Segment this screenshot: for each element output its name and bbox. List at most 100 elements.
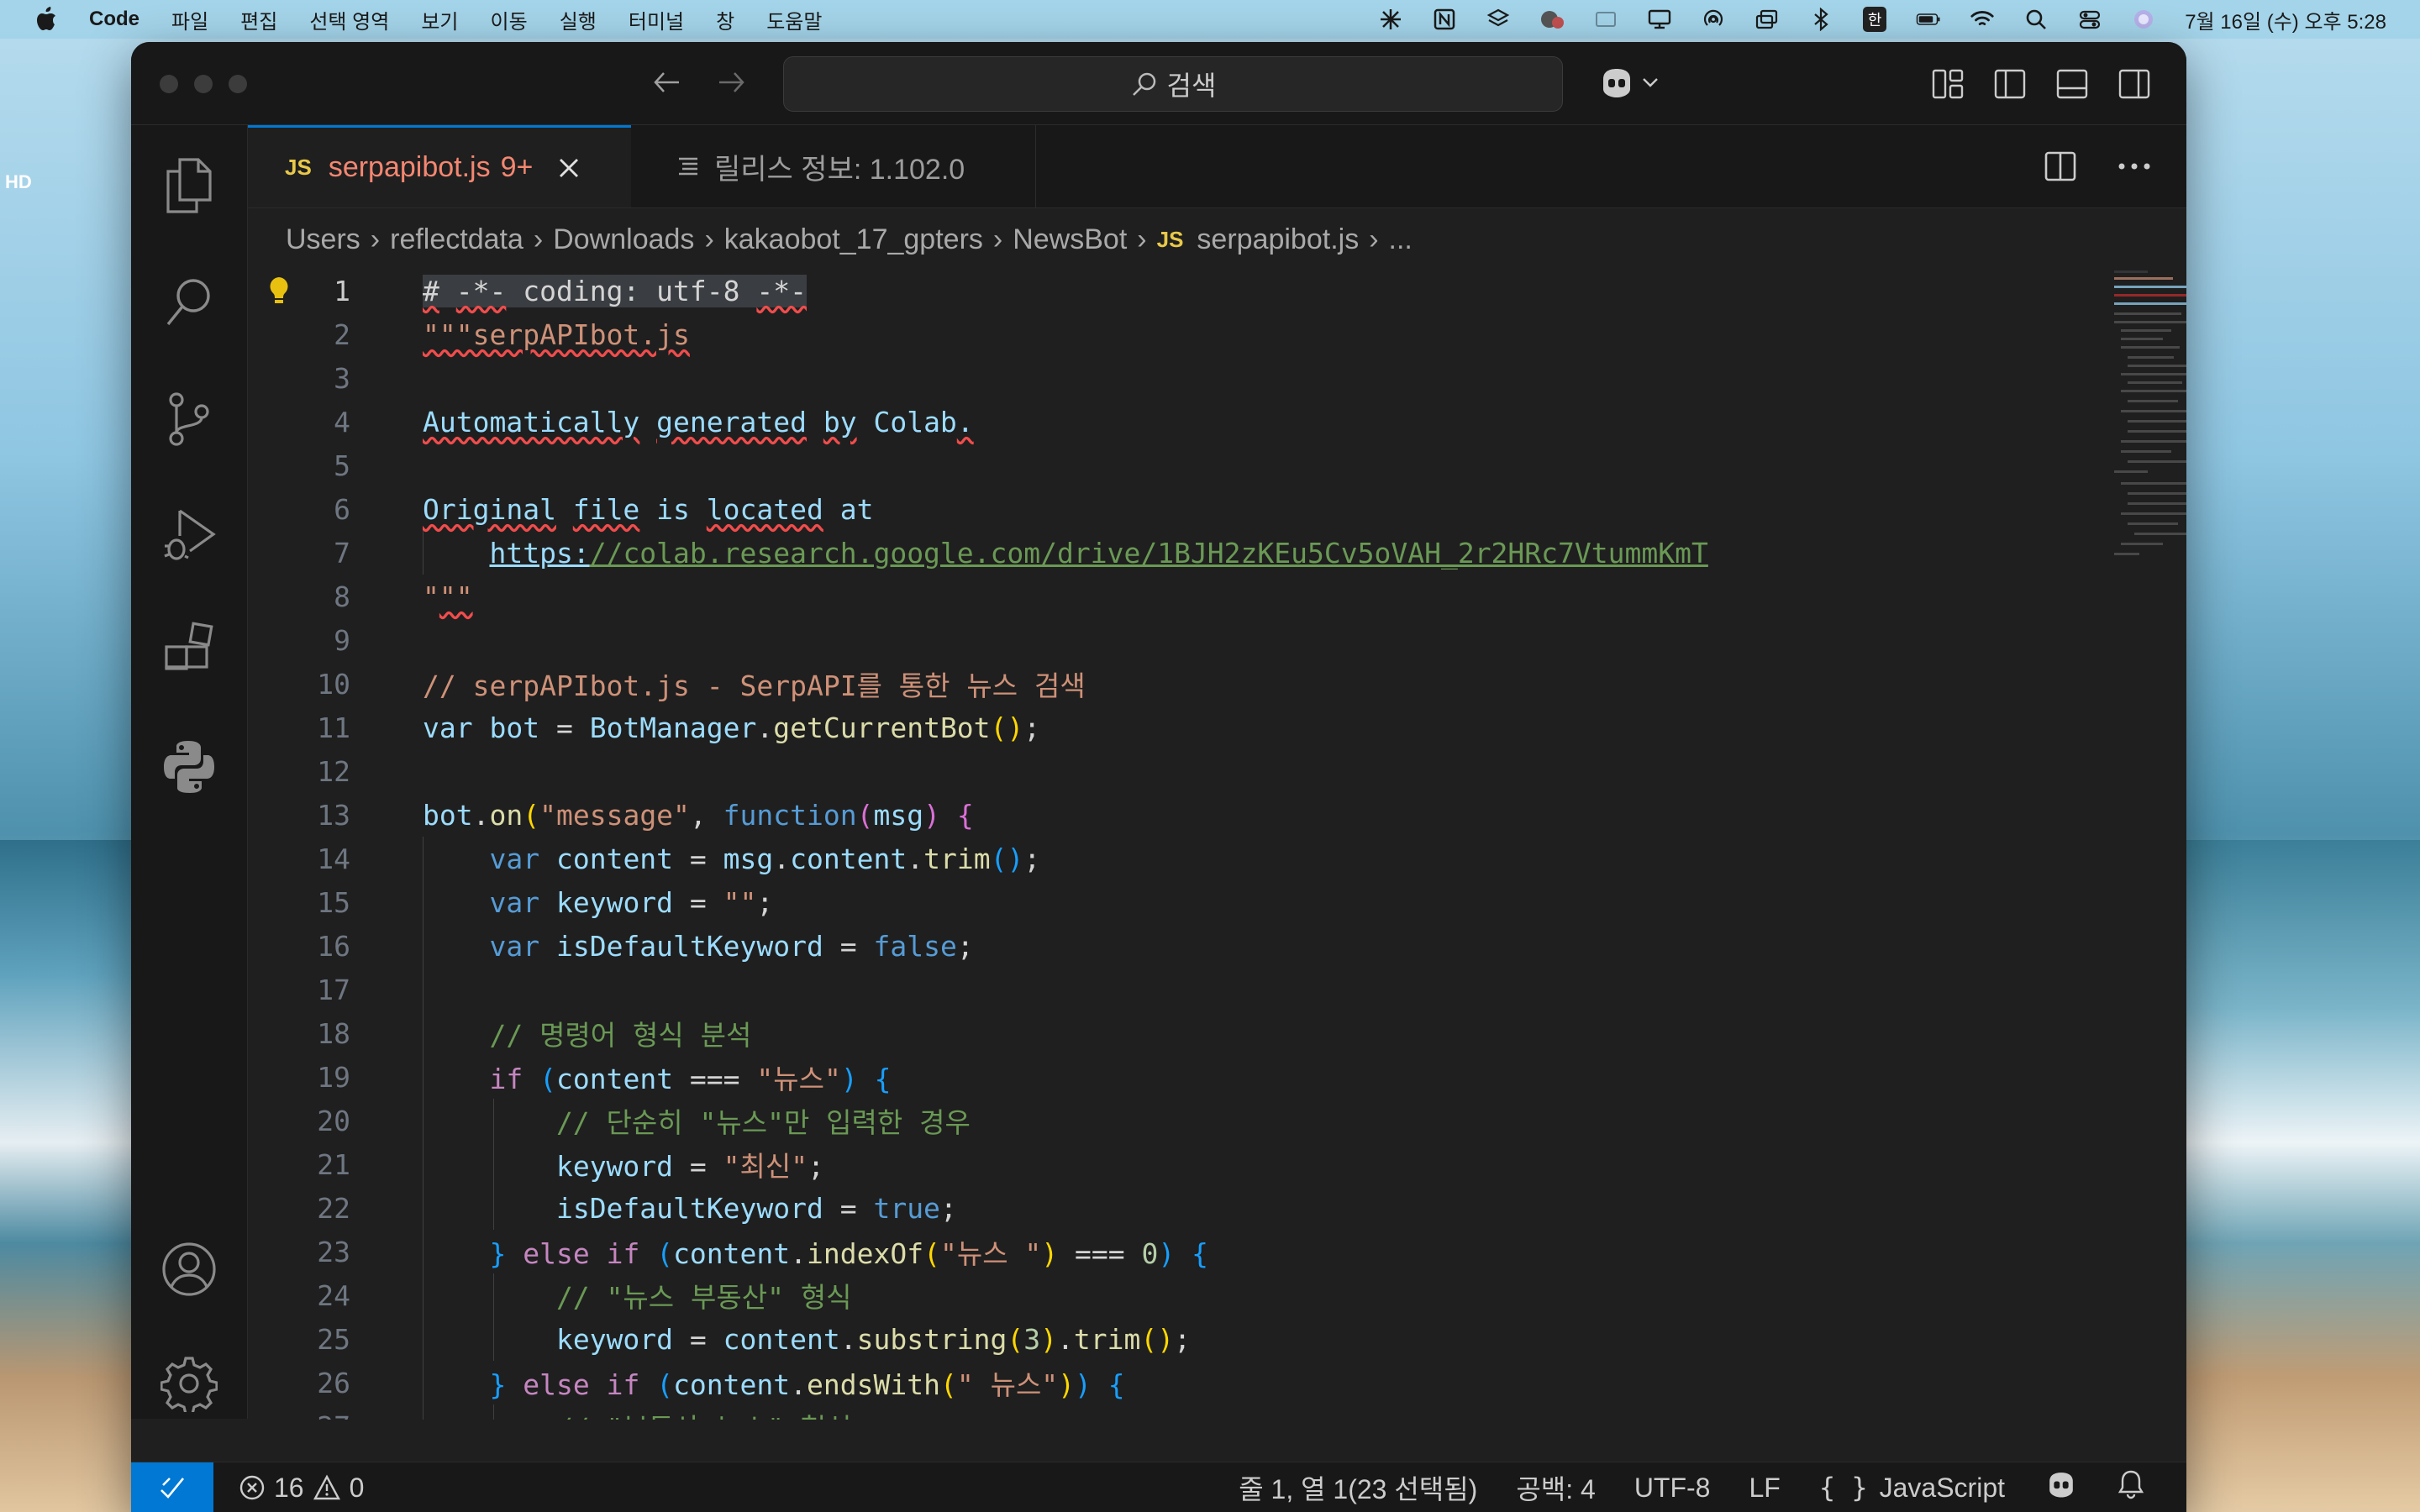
screen-record-icon[interactable]: [1593, 7, 1618, 32]
customize-layout-icon[interactable]: [1929, 66, 1966, 102]
error-icon: [239, 1475, 265, 1500]
display-icon[interactable]: [1647, 7, 1672, 32]
indentation[interactable]: 공백: 4: [1516, 1468, 1595, 1507]
language-mode[interactable]: { } JavaScript: [1819, 1472, 2005, 1504]
line-number: 19: [317, 1060, 350, 1094]
tab-release-notes[interactable]: 릴리스 정보: 1.102.0: [632, 125, 1036, 207]
code-line: """serpAPIbot.js: [423, 318, 690, 351]
line-number: 15: [317, 885, 350, 919]
menu-edit[interactable]: 편집: [240, 5, 277, 34]
back-arrow-icon[interactable]: [650, 66, 684, 99]
breadcrumb-item[interactable]: Downloads: [553, 223, 694, 256]
control-center-icon[interactable]: [2077, 7, 2102, 32]
code-line: var content = msg.content.trim();: [489, 842, 1041, 875]
line-number: 14: [317, 842, 350, 875]
copilot-status-icon[interactable]: [2044, 1468, 2079, 1507]
breadcrumb-item[interactable]: ...: [1389, 223, 1413, 256]
line-number: 1: [334, 274, 350, 307]
zoom-window-button[interactable]: [229, 75, 247, 93]
tab-serpapibot[interactable]: JS serpapibot.js 9+: [248, 125, 631, 207]
layers-icon[interactable]: [1486, 7, 1511, 32]
accounts-icon[interactable]: [159, 1239, 219, 1299]
breadcrumb-item[interactable]: serpapibot.js: [1197, 223, 1359, 256]
menu-go[interactable]: 이동: [491, 5, 528, 34]
menu-help[interactable]: 도움말: [766, 5, 822, 34]
menu-terminal[interactable]: 터미널: [629, 5, 684, 34]
notion-icon[interactable]: [1432, 7, 1457, 32]
tab-label: 릴리스 정보: 1.102.0: [714, 153, 965, 186]
close-window-button[interactable]: [160, 75, 178, 93]
notifications-bell-icon[interactable]: [2118, 1469, 2144, 1506]
asterisk-icon[interactable]: [1378, 7, 1403, 32]
remote-indicator-icon[interactable]: [131, 1462, 213, 1512]
line-number: 20: [317, 1104, 350, 1137]
activity-bar: [131, 125, 248, 1419]
split-editor-icon[interactable]: [2042, 148, 2079, 185]
chevron-right-icon: ›: [370, 223, 381, 255]
line-number: 4: [334, 405, 350, 438]
apple-menu-icon[interactable]: [34, 7, 59, 32]
copilot-icon: [1603, 69, 1630, 97]
cloud-badge-icon[interactable]: [1539, 7, 1565, 32]
menu-view[interactable]: 보기: [421, 5, 458, 34]
indent-guide: [423, 837, 424, 1420]
search-sidebar-icon[interactable]: [159, 273, 219, 333]
code-line: // 단순히 "뉴스"만 입력한 경우: [423, 1106, 971, 1139]
toggle-panel-icon[interactable]: [2054, 66, 2091, 102]
python-icon[interactable]: [159, 737, 219, 797]
siri-icon[interactable]: [2131, 7, 2156, 32]
more-actions-icon[interactable]: [2116, 148, 2153, 185]
bluetooth-icon[interactable]: [1808, 7, 1833, 32]
toggle-secondary-sidebar-icon[interactable]: [2116, 66, 2153, 102]
command-center-search[interactable]: 검색: [783, 56, 1563, 112]
airdrop-icon[interactable]: [1701, 7, 1726, 32]
desktop-wallpaper-right: [2185, 840, 2420, 1512]
minimize-window-button[interactable]: [194, 75, 213, 93]
minimap[interactable]: [2114, 269, 2186, 588]
extensions-icon[interactable]: [159, 621, 219, 681]
line-number: 27: [248, 1410, 350, 1420]
menu-file[interactable]: 파일: [171, 5, 208, 34]
explorer-icon[interactable]: [159, 155, 219, 216]
cursor-position[interactable]: 줄 1, 열 1(23 선택됨): [1239, 1468, 1477, 1507]
search-label: 검색: [1166, 71, 1217, 101]
code-line: var isDefaultKeyword = false;: [489, 929, 974, 963]
braces-icon: { }: [1818, 1472, 1868, 1504]
input-source-icon[interactable]: 한: [1862, 7, 1887, 32]
battery-icon[interactable]: [1916, 7, 1941, 32]
toggle-primary-sidebar-icon[interactable]: [1991, 66, 2028, 102]
line-number: 2: [334, 318, 350, 351]
settings-gear-icon[interactable]: [159, 1353, 219, 1414]
breadcrumb-item[interactable]: reflectdata: [390, 223, 523, 256]
line-number: 22: [317, 1191, 350, 1225]
encoding[interactable]: UTF-8: [1634, 1473, 1711, 1504]
status-bar: 16 0 줄 1, 열 1(23 선택됨) 공백: 4 UTF-8 LF { }…: [131, 1462, 2186, 1512]
line-number: 10: [317, 667, 350, 701]
line-number: 21: [317, 1147, 350, 1181]
menu-run[interactable]: 실행: [560, 5, 597, 34]
menu-selection[interactable]: 선택 영역: [309, 5, 389, 34]
menubar-app-name[interactable]: Code: [89, 8, 139, 31]
end-of-line[interactable]: LF: [1749, 1473, 1780, 1504]
line-number: 11: [317, 711, 350, 744]
code-editor[interactable]: 1 # -*- coding: utf-8 -*- 2 """serpAPIbo…: [248, 269, 2012, 1420]
source-control-icon[interactable]: [159, 389, 219, 449]
menubar-datetime[interactable]: 7월 16일 (수) 오후 5:28: [2185, 5, 2386, 34]
run-and-debug-icon[interactable]: [159, 505, 219, 565]
window-stack-icon[interactable]: [1754, 7, 1780, 32]
forward-arrow-icon[interactable]: [714, 66, 748, 99]
title-bar: 검색: [131, 42, 2186, 125]
menu-window[interactable]: 창: [716, 5, 734, 34]
breadcrumb-item[interactable]: NewsBot: [1013, 223, 1127, 256]
spotlight-search-icon[interactable]: [2023, 7, 2049, 32]
close-icon[interactable]: [555, 154, 583, 182]
chevron-right-icon: ›: [704, 223, 714, 255]
chevron-right-icon: ›: [1137, 223, 1147, 255]
error-count: 16: [274, 1472, 304, 1503]
problems-indicator[interactable]: 16 0: [239, 1473, 364, 1504]
line-number: 16: [317, 929, 350, 963]
wifi-icon[interactable]: [1970, 7, 1995, 32]
copilot-menu[interactable]: [1597, 64, 1659, 101]
breadcrumb-item[interactable]: Users: [286, 223, 360, 256]
breadcrumb-item[interactable]: kakaobot_17_gpters: [724, 223, 983, 256]
